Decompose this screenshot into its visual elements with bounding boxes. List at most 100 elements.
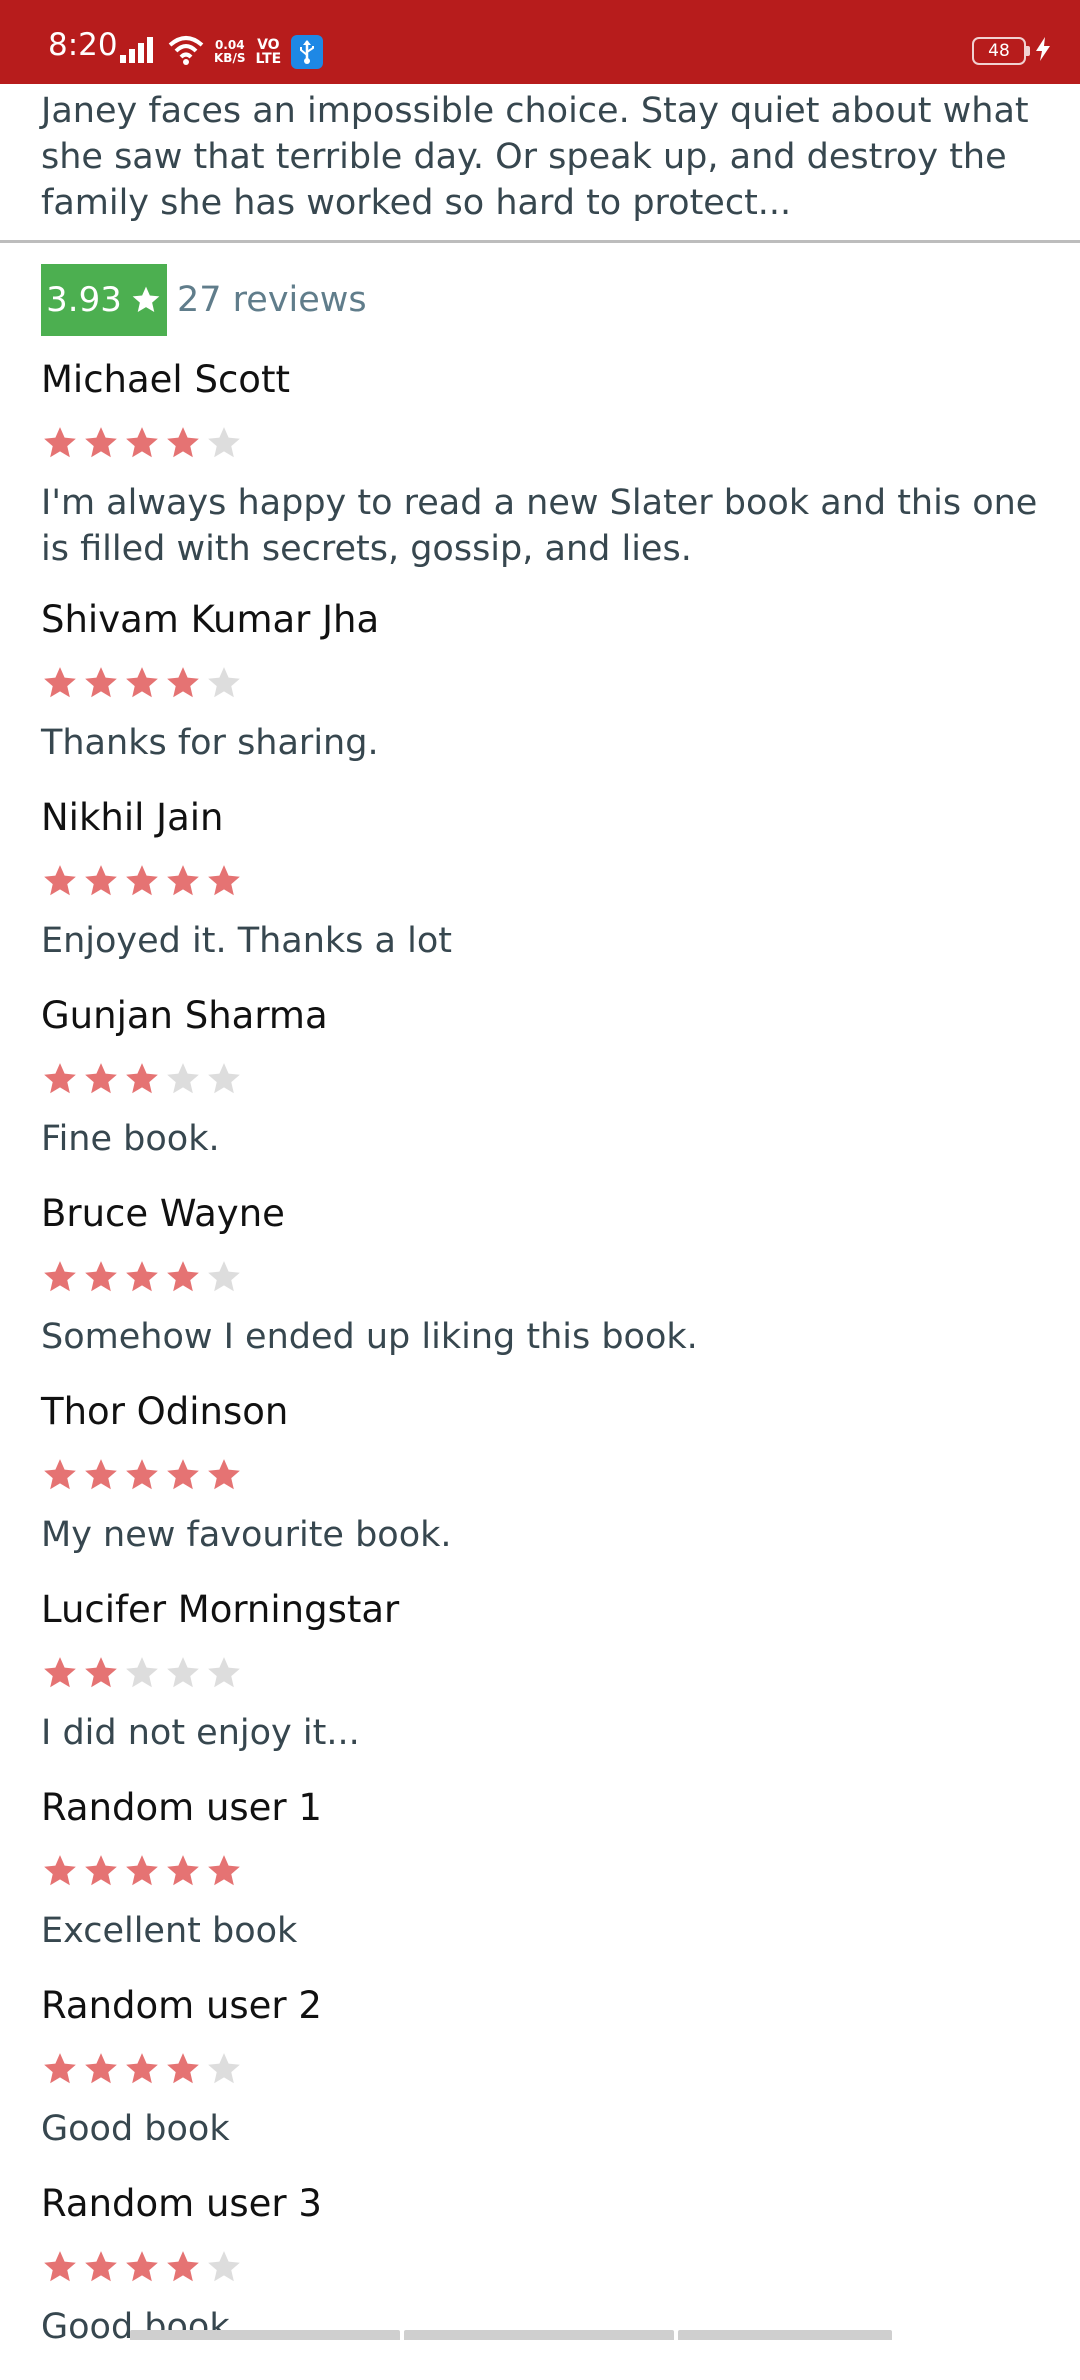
reviewer-name: Lucifer Morningstar [41,1588,400,1631]
star-filled-icon [44,1261,76,1292]
star-empty-icon [167,1063,199,1094]
net-speed: 0.04 KB/S [214,39,245,65]
bottom-tab-segment-3[interactable] [678,2330,892,2340]
review-star-rating [41,2050,243,2088]
star-filled-icon [85,1657,117,1688]
battery-icon: 48 [972,37,1026,65]
star-empty-icon [208,427,240,458]
star-filled-icon [44,2053,76,2084]
star-filled-icon [126,667,158,698]
volte-top: VO [257,37,280,53]
reviewer-name: Thor Odinson [41,1390,289,1433]
review-count-link[interactable]: 27 reviews [177,280,367,320]
star-filled-icon [167,1261,199,1292]
star-filled-icon [167,667,199,698]
bottom-tab-segment-1[interactable] [130,2330,400,2340]
star-filled-icon [44,1657,76,1688]
review-star-rating [41,1852,243,1890]
star-filled-icon [167,865,199,896]
star-empty-icon [208,2053,240,2084]
review-item: Lucifer Morningstar I did not enjoy it... [41,1588,1041,1786]
status-icons: 0.04 KB/S VO LTE [118,34,324,70]
review-item: Gunjan Sharma Fine book. [41,994,1041,1192]
star-filled-icon [167,1459,199,1490]
battery-indicator: 48 [972,36,1052,66]
review-item: Random user 3 Good book [41,2182,1041,2380]
star-filled-icon [126,1261,158,1292]
star-filled-icon [126,1459,158,1490]
star-filled-icon [126,427,158,458]
star-filled-icon [167,1855,199,1886]
rating-summary: 3.93 27 reviews [41,264,367,336]
star-filled-icon [208,1459,240,1490]
battery-nub [1026,46,1030,56]
charging-icon [1034,36,1052,66]
star-filled-icon [85,2053,117,2084]
star-filled-icon [126,2251,158,2282]
review-item: Random user 1 Excellent book [41,1786,1041,1984]
star-filled-icon [44,1855,76,1886]
reviewer-name: Random user 1 [41,1786,322,1829]
star-filled-icon [126,1855,158,1886]
star-filled-icon [126,865,158,896]
star-filled-icon [44,2251,76,2282]
review-text: Good book [41,2109,230,2149]
review-item: Nikhil Jain Enjoyed it. Thanks a lot [41,796,1041,994]
star-filled-icon [85,1261,117,1292]
star-icon [130,284,162,316]
star-filled-icon [44,667,76,698]
review-text: I did not enjoy it... [41,1713,360,1753]
star-empty-icon [208,667,240,698]
status-time: 8:20 [48,27,118,63]
star-filled-icon [44,1459,76,1490]
review-item: Random user 2 Good book [41,1984,1041,2182]
review-text: Excellent book [41,1911,298,1951]
star-filled-icon [167,2053,199,2084]
star-filled-icon [44,427,76,458]
average-rating-value: 3.93 [46,280,122,320]
review-star-rating [41,1654,243,1692]
status-bar: 8:20 0.04 KB/S VO LTE 48 [0,0,1080,84]
review-text: Thanks for sharing. [41,723,379,763]
star-filled-icon [126,2053,158,2084]
star-empty-icon [208,1063,240,1094]
star-empty-icon [167,1657,199,1688]
reviewer-name: Random user 3 [41,2182,322,2225]
star-filled-icon [85,427,117,458]
reviewer-name: Nikhil Jain [41,796,224,839]
star-empty-icon [126,1657,158,1688]
average-rating-badge: 3.93 [41,264,167,336]
star-filled-icon [85,1459,117,1490]
star-filled-icon [85,865,117,896]
star-filled-icon [85,1063,117,1094]
reviewer-name: Random user 2 [41,1984,322,2027]
star-filled-icon [208,1855,240,1886]
reviewer-name: Michael Scott [41,358,290,401]
review-text: Somehow I ended up liking this book. [41,1317,698,1357]
book-description: Janey faces an impossible choice. Stay q… [41,91,1029,223]
divider [0,240,1080,243]
reviews-list: Michael Scott I'm always happy to read a … [41,358,1041,2380]
review-text: Fine book. [41,1119,220,1159]
review-text: My new favourite book. [41,1515,452,1555]
usb-icon [291,35,324,69]
review-text: Good book [41,2307,230,2347]
star-filled-icon [208,865,240,896]
reviewer-name: Bruce Wayne [41,1192,285,1235]
star-empty-icon [208,1657,240,1688]
bottom-tab-segment-2[interactable] [404,2330,674,2340]
star-filled-icon [126,1063,158,1094]
review-star-rating [41,862,243,900]
review-star-rating [41,1060,243,1098]
wifi-icon [168,35,204,69]
review-star-rating [41,1258,243,1296]
review-item: Shivam Kumar Jha Thanks for sharing. [41,598,1041,796]
star-filled-icon [44,865,76,896]
review-star-rating [41,664,243,702]
reviewer-name: Shivam Kumar Jha [41,598,380,641]
review-item: Michael Scott I'm always happy to read a … [41,358,1041,598]
star-filled-icon [85,667,117,698]
star-filled-icon [167,2251,199,2282]
net-speed-unit: KB/S [214,51,246,65]
star-filled-icon [167,427,199,458]
